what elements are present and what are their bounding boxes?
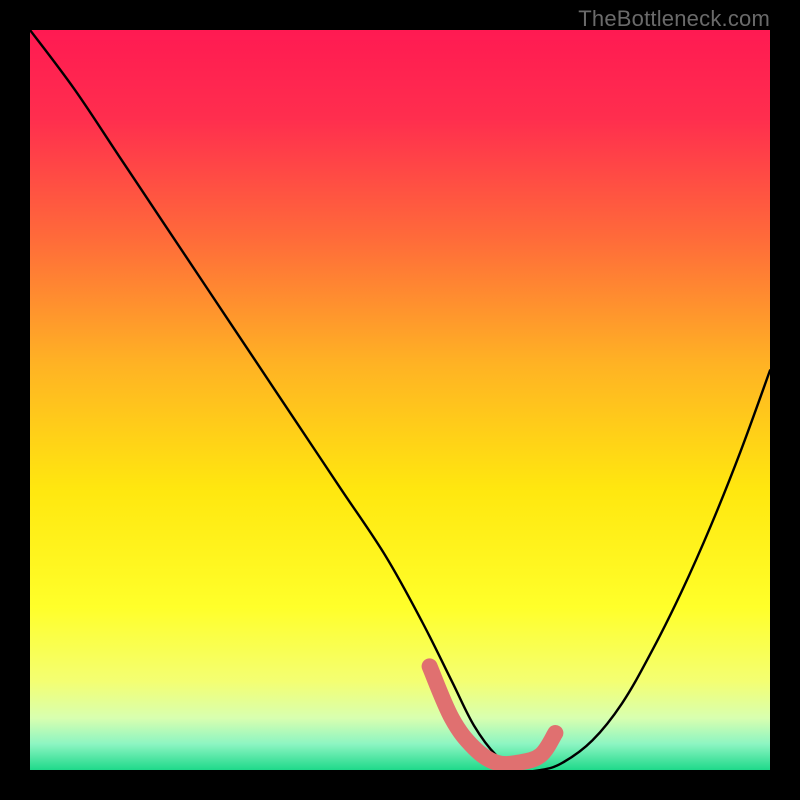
bottleneck-curve bbox=[30, 30, 770, 770]
watermark-text: TheBottleneck.com bbox=[578, 6, 770, 32]
curve-layer bbox=[30, 30, 770, 770]
flat-segment-marker bbox=[430, 666, 556, 764]
plot-area bbox=[30, 30, 770, 770]
chart-stage: TheBottleneck.com bbox=[0, 0, 800, 800]
